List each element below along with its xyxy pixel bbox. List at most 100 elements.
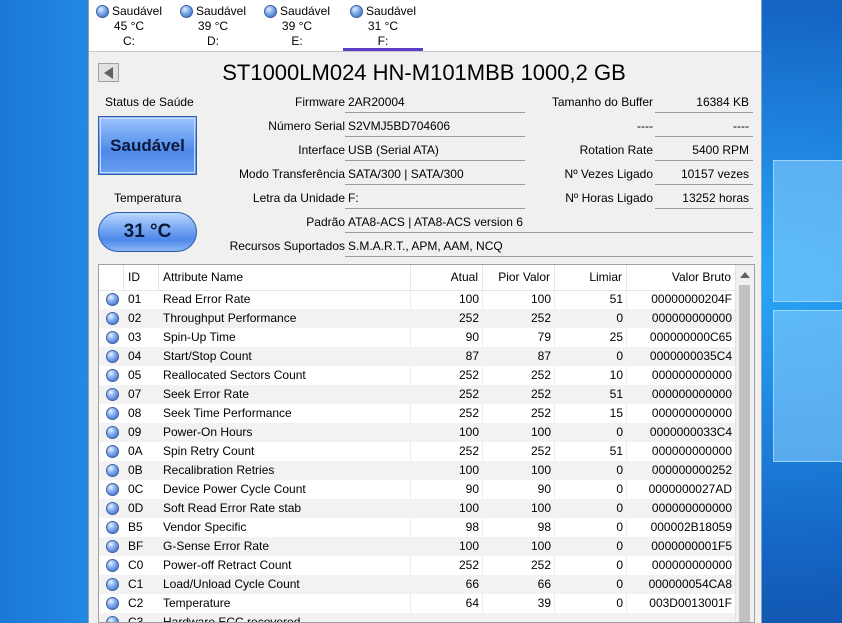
- power-on-hours-label: Nº Horas Ligado: [565, 191, 653, 205]
- temperature-button[interactable]: 31 °C: [98, 212, 197, 252]
- cell-name: G-Sense Error Rate: [163, 539, 270, 553]
- table-row[interactable]: 0D Soft Read Error Rate stab 100 100 0 000000…: [99, 499, 736, 518]
- header-current[interactable]: Atual: [411, 265, 483, 290]
- cell-id: C3: [128, 615, 144, 623]
- scroll-up-arrow-icon[interactable]: [740, 272, 750, 278]
- drive-tab-d[interactable]: Saudável 39 °C D:: [173, 4, 253, 50]
- table-row[interactable]: 04 Start/Stop Count 87 87 0 0000000035C4: [99, 347, 736, 366]
- header-threshold[interactable]: Limiar: [555, 265, 627, 290]
- cell-worst: 252: [530, 387, 551, 401]
- drive-tabs: Saudável 45 °C C: Saudável 39 °C D: Saud…: [89, 0, 761, 52]
- unknown-field: ----: [655, 117, 753, 137]
- cell-id: BF: [128, 539, 144, 553]
- previous-disk-button[interactable]: [98, 63, 119, 82]
- header-raw-value[interactable]: Valor Bruto: [627, 265, 736, 290]
- disk-info-panel: ST1000LM024 HN-M101MBB 1000,2 GB Status …: [89, 52, 761, 623]
- transfer-mode-field: SATA/300 | SATA/300: [345, 165, 525, 185]
- cell-current: 66: [465, 577, 479, 591]
- table-row[interactable]: 0C Device Power Cycle Count 90 90 0 000000002…: [99, 480, 736, 499]
- transfer-mode-label: Modo Transferência: [238, 167, 345, 181]
- cell-current: 100: [458, 425, 479, 439]
- cell-id: 01: [128, 292, 142, 306]
- cell-worst: 100: [530, 425, 551, 439]
- cell-threshold: 25: [609, 330, 623, 344]
- header-attribute-name[interactable]: Attribute Name: [159, 265, 411, 290]
- features-field: S.M.A.R.T., APM, AAM, NCQ: [345, 237, 753, 257]
- cell-current: 100: [458, 292, 479, 306]
- cell-current: 252: [458, 444, 479, 458]
- scrollbar-thumb[interactable]: [739, 285, 750, 622]
- cell-raw: 0000000033C4: [649, 425, 732, 439]
- drive-tab-f[interactable]: Saudável 31 °C F:: [341, 4, 425, 51]
- drive-letter-label: Letra da Unidade: [252, 191, 345, 205]
- tab-temp: 31 °C: [367, 19, 399, 33]
- table-row[interactable]: 09 Power-On Hours 100 100 0 0000000033C4: [99, 423, 736, 442]
- header-worst[interactable]: Pior Valor: [483, 265, 555, 290]
- cell-current: 100: [458, 539, 479, 553]
- tab-status: Saudável: [365, 4, 417, 18]
- cell-worst: 100: [530, 501, 551, 515]
- table-row[interactable]: 07 Seek Error Rate 252 252 51 000000000000: [99, 385, 736, 404]
- disk-title: ST1000LM024 HN-M101MBB 1000,2 GB: [222, 60, 626, 85]
- cell-id: 0C: [128, 482, 144, 496]
- cell-threshold: 0: [616, 596, 623, 610]
- cell-id: C1: [128, 577, 144, 591]
- cell-threshold: 0: [616, 425, 623, 439]
- cell-raw: 000000000000: [651, 444, 732, 458]
- attribute-status-dot-icon: [106, 407, 119, 420]
- cell-current: 252: [458, 368, 479, 382]
- drive-tab-e[interactable]: Saudável 39 °C E:: [257, 4, 337, 50]
- attribute-status-dot-icon: [106, 559, 119, 572]
- table-row[interactable]: 0A Spin Retry Count 252 252 51 000000000000: [99, 442, 736, 461]
- cell-current: 252: [458, 311, 479, 325]
- power-on-count-label: Nº Vezes Ligado: [564, 167, 653, 181]
- header-id[interactable]: ID: [124, 265, 159, 290]
- attribute-status-dot-icon: [106, 369, 119, 382]
- cell-worst: 252: [530, 368, 551, 382]
- table-scrollbar[interactable]: [735, 265, 754, 622]
- cell-raw: 000000000000: [651, 387, 732, 401]
- attribute-status-dot-icon: [106, 426, 119, 439]
- attribute-status-dot-icon: [106, 578, 119, 591]
- table-row[interactable]: 0B Recalibration Retries 100 100 0 0000000002…: [99, 461, 736, 480]
- cell-raw: 00000000204F: [651, 292, 732, 306]
- cell-current: 100: [458, 463, 479, 477]
- drive-tab-c[interactable]: Saudável 45 °C C:: [89, 4, 169, 50]
- serial-field: S2VMJ5BD704606: [345, 117, 525, 137]
- rotation-rate-label: Rotation Rate: [579, 143, 653, 157]
- table-row[interactable]: 03 Spin-Up Time 90 79 25 000000000C65: [99, 328, 736, 347]
- desktop-left-area: [0, 0, 88, 623]
- tab-drive: E:: [291, 34, 303, 48]
- cell-name: Seek Error Rate: [163, 387, 250, 401]
- table-row[interactable]: C0 Power-off Retract Count 252 252 0 00000000…: [99, 556, 736, 575]
- cell-name: Device Power Cycle Count: [163, 482, 306, 496]
- cell-id: 08: [128, 406, 142, 420]
- cell-name: Vendor Specific: [163, 520, 247, 534]
- table-row[interactable]: 01 Read Error Rate 100 100 51 00000000204F: [99, 290, 736, 309]
- table-row[interactable]: 05 Reallocated Sectors Count 252 252 10 00000…: [99, 366, 736, 385]
- cell-current: 252: [458, 558, 479, 572]
- smart-attributes-table[interactable]: ID Attribute Name Atual Pior Valor Limia…: [98, 264, 755, 623]
- table-row[interactable]: B5 Vendor Specific 98 98 0 000002B18059: [99, 518, 736, 537]
- cell-worst: 252: [530, 558, 551, 572]
- attribute-status-dot-icon: [106, 350, 119, 363]
- cell-current: 252: [458, 406, 479, 420]
- table-row[interactable]: 02 Throughput Performance 252 252 0 000000000…: [99, 309, 736, 328]
- cell-raw: 000002B18059: [650, 520, 732, 534]
- table-row[interactable]: BF G-Sense Error Rate 100 100 0 0000000001F5: [99, 537, 736, 556]
- health-status-button[interactable]: Saudável: [98, 116, 197, 175]
- cell-current: 100: [458, 501, 479, 515]
- table-row[interactable]: 08 Seek Time Performance 252 252 15 000000000…: [99, 404, 736, 423]
- attribute-status-dot-icon: [106, 312, 119, 325]
- drive-letter-field: F:: [345, 189, 525, 209]
- cell-id: 0B: [128, 463, 143, 477]
- cell-worst: 100: [530, 463, 551, 477]
- table-row[interactable]: C1 Load/Unload Cycle Count 66 66 0 000000054C…: [99, 575, 736, 594]
- table-row[interactable]: C2 Temperature 64 39 0 003D0013001F: [99, 594, 736, 613]
- attribute-status-dot-icon: [106, 293, 119, 306]
- cell-threshold: 51: [609, 444, 623, 458]
- cell-name: Spin-Up Time: [163, 330, 236, 344]
- table-row[interactable]: C3 Hardware ECC recovered: [99, 613, 736, 623]
- unknown-label: ----: [637, 119, 653, 133]
- cell-name: Hardware ECC recovered: [163, 615, 301, 623]
